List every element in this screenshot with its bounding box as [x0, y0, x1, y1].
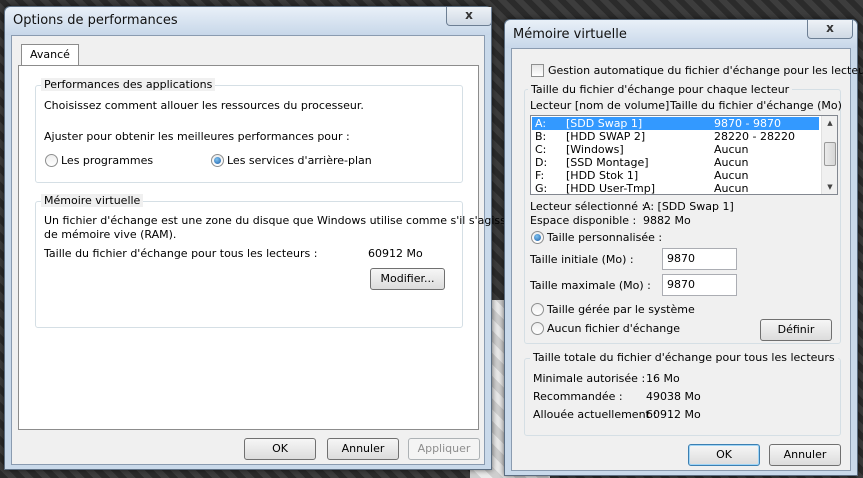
- drive-paging-size: 9870 - 9870: [714, 117, 781, 130]
- modify-button-label: Modifier...: [380, 272, 435, 285]
- drive-volume-name: [Windows]: [566, 143, 624, 156]
- drive-list-scrollbar[interactable]: ▲ ▼: [821, 116, 837, 194]
- initial-size-input[interactable]: 9870: [662, 248, 737, 270]
- drive-list[interactable]: A: [SDD Swap 1] 9870 - 9870 B: [HDD SWAP 2] 2…: [530, 115, 838, 195]
- system-managed-radio[interactable]: [531, 303, 544, 316]
- drive-paging-size: 28220 - 28220: [714, 130, 795, 143]
- paging-file-description-2: de mémoire vive (RAM).: [44, 228, 177, 241]
- auto-manage-label[interactable]: Gestion automatique du fichier d'échange…: [548, 64, 863, 77]
- group-label-per-drive: Taille du fichier d'échange pour chaque …: [528, 83, 793, 96]
- programs-radio-label[interactable]: Les programmes: [61, 154, 153, 167]
- cpu-allocation-description: Choisissez comment allouer les ressource…: [44, 99, 364, 112]
- custom-size-radio[interactable]: [531, 231, 544, 244]
- drive-paging-size: Aucun: [714, 182, 749, 195]
- programs-radio[interactable]: [45, 154, 58, 167]
- max-size-value: 9870: [667, 278, 695, 291]
- drive-list-item[interactable]: D: [SSD Montage] Aucun: [532, 156, 819, 169]
- min-allowed-value: 16 Mo: [646, 372, 680, 385]
- dialog-body: Avancé Performances des applications Cho…: [11, 35, 520, 465]
- adjust-for-label: Ajuster pour obtenir les meilleures perf…: [44, 130, 350, 143]
- system-managed-label[interactable]: Taille gérée par le système: [547, 303, 695, 316]
- window-title: Mémoire virtuelle: [513, 27, 627, 42]
- title-bar[interactable]: Mémoire virtuelle x: [505, 20, 857, 48]
- max-size-input[interactable]: 9870: [662, 274, 737, 296]
- cancel-button[interactable]: Annuler: [327, 438, 399, 460]
- drive-list-item[interactable]: C: [Windows] Aucun: [532, 143, 819, 156]
- drive-list-item[interactable]: B: [HDD SWAP 2] 28220 - 28220: [532, 130, 819, 143]
- drive-volume-name: [HDD Stok 1]: [566, 169, 639, 182]
- close-icon: x: [826, 21, 834, 35]
- custom-size-label[interactable]: Taille personnalisée :: [547, 231, 662, 244]
- drive-list-item[interactable]: F: [HDD Stok 1] Aucun: [532, 169, 819, 182]
- initial-size-label: Taille initiale (Mo) :: [530, 253, 634, 266]
- virtual-memory-window: Mémoire virtuelle x Gestion automatique …: [504, 19, 863, 476]
- drive-letter: G:: [535, 182, 548, 195]
- drive-letter: D:: [535, 156, 548, 169]
- cancel-button-label: Annuler: [341, 442, 385, 455]
- column-header-drive: Lecteur [nom de volume]: [530, 99, 670, 112]
- ok-button-label: OK: [716, 448, 732, 461]
- auto-manage-checkbox[interactable]: [531, 64, 544, 77]
- scroll-up-icon[interactable]: ▲: [822, 116, 837, 130]
- tab-advanced-label: Avancé: [30, 48, 70, 61]
- free-space-label: Espace disponible :: [530, 214, 637, 227]
- initial-size-value: 9870: [667, 252, 695, 265]
- free-space-value: 9882 Mo: [643, 214, 691, 227]
- modify-button[interactable]: Modifier...: [370, 268, 445, 290]
- drive-list-item[interactable]: A: [SDD Swap 1] 9870 - 9870: [532, 117, 819, 130]
- drive-paging-size: Aucun: [714, 156, 749, 169]
- set-button[interactable]: Définir: [760, 319, 832, 341]
- drive-volume-name: [HDD User-Tmp]: [566, 182, 656, 195]
- drive-volume-name: [HDD SWAP 2]: [566, 130, 646, 143]
- drive-letter: A:: [535, 117, 547, 130]
- performance-options-window: Options de performances x Avancé Perform…: [4, 6, 520, 470]
- window-title: Options de performances: [13, 13, 178, 28]
- scroll-thumb[interactable]: [824, 142, 836, 166]
- min-allowed-label: Minimale autorisée :: [533, 372, 646, 385]
- drive-letter: F:: [535, 169, 545, 182]
- drive-volume-name: [SDD Swap 1]: [566, 117, 643, 130]
- scroll-down-icon[interactable]: ▼: [822, 180, 837, 194]
- apply-button[interactable]: Appliquer: [408, 438, 480, 460]
- max-size-label: Taille maximale (Mo) :: [530, 279, 651, 292]
- cancel-button[interactable]: Annuler: [769, 444, 841, 466]
- recommended-value: 49038 Mo: [646, 390, 701, 403]
- currently-allocated-value: 60912 Mo: [646, 408, 701, 421]
- cancel-button-label: Annuler: [783, 448, 827, 461]
- drive-paging-size: Aucun: [714, 143, 749, 156]
- total-paging-size-value: 60912 Mo: [368, 247, 423, 260]
- paging-file-description: Un fichier d'échange est une zone du dis…: [44, 214, 520, 227]
- column-header-size: Taille du fichier d'échange (Mo): [670, 99, 842, 112]
- background-services-radio[interactable]: [211, 154, 224, 167]
- no-paging-file-radio[interactable]: [531, 322, 544, 335]
- apply-button-label: Appliquer: [417, 442, 471, 455]
- close-icon: x: [465, 8, 473, 22]
- recommended-label: Recommandée :: [533, 390, 623, 403]
- drive-list-item[interactable]: G: [HDD User-Tmp] Aucun: [532, 182, 819, 195]
- selected-drive-value: A: [SDD Swap 1]: [643, 200, 734, 213]
- dialog-body: Gestion automatique du fichier d'échange…: [511, 48, 863, 471]
- group-label-applications: Performances des applications: [41, 78, 216, 91]
- background-services-radio-label[interactable]: Les services d'arrière-plan: [227, 154, 372, 167]
- title-bar[interactable]: Options de performances x: [5, 7, 492, 35]
- ok-button[interactable]: OK: [244, 438, 316, 460]
- drive-letter: B:: [535, 130, 547, 143]
- tab-advanced[interactable]: Avancé: [21, 44, 79, 66]
- group-label-total: Taille totale du fichier d'échange pour …: [530, 351, 838, 364]
- total-paging-size-label: Taille du fichier d'échange pour tous le…: [44, 247, 318, 260]
- tab-panel: Performances des applications Choisissez…: [18, 65, 520, 430]
- no-paging-file-label[interactable]: Aucun fichier d'échange: [547, 322, 680, 335]
- drive-letter: C:: [535, 143, 547, 156]
- set-button-label: Définir: [777, 323, 815, 336]
- drive-volume-name: [SSD Montage]: [566, 156, 649, 169]
- ok-button[interactable]: OK: [688, 444, 760, 466]
- close-button[interactable]: x: [446, 7, 492, 26]
- selected-drive-label: Lecteur sélectionné :: [530, 200, 646, 213]
- close-button[interactable]: x: [807, 20, 853, 39]
- currently-allocated-label: Allouée actuellement :: [533, 408, 658, 421]
- drive-paging-size: Aucun: [714, 169, 749, 182]
- ok-button-label: OK: [272, 442, 288, 455]
- group-label-virtual-memory: Mémoire virtuelle: [41, 194, 144, 207]
